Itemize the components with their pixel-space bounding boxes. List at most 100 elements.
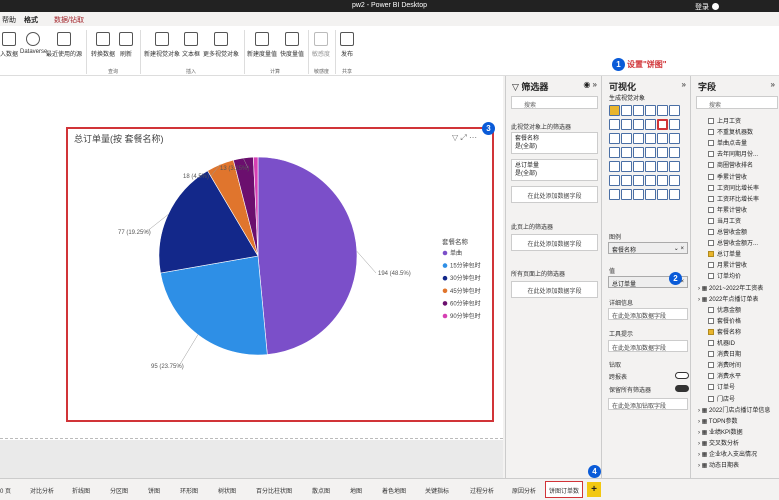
field-checkbox[interactable] (708, 317, 714, 324)
table-expand-icon[interactable]: › ▦ (698, 441, 709, 447)
field-row[interactable]: 消费时间 (708, 360, 741, 369)
field-row[interactable]: 套餐名称 (708, 327, 741, 336)
field-row[interactable]: 消费日期 (708, 349, 741, 358)
transform-data-button[interactable]: 转换数据 (90, 32, 116, 58)
visual-type-icon[interactable] (669, 105, 680, 116)
page-tab[interactable]: 对比分析 (30, 486, 54, 495)
field-table-row[interactable]: › ▦ TOPN参数 (698, 416, 737, 425)
visual-type-icon[interactable] (645, 161, 656, 172)
field-row[interactable]: 当月工资 (708, 216, 741, 225)
page-tab[interactable]: 百分比柱状图 (256, 486, 292, 495)
field-checkbox[interactable] (708, 362, 714, 369)
legend-item[interactable]: 90分钟包时 (450, 312, 481, 320)
legend-field-well[interactable]: 套餐名称 ⌄ × (608, 242, 688, 254)
visual-type-icon[interactable] (609, 147, 620, 158)
field-checkbox[interactable] (708, 184, 714, 191)
add-page-button[interactable]: + (587, 482, 601, 497)
visual-type-icon[interactable] (669, 119, 680, 130)
table-expand-icon[interactable]: › ▦ (698, 286, 709, 292)
field-table-row[interactable]: › ▦ 2022门店点播订单信息 (698, 405, 770, 414)
field-checkbox[interactable] (708, 162, 714, 169)
text-box-button[interactable]: 文本框 (181, 32, 201, 58)
page-tab[interactable]: 散点图 (312, 486, 330, 495)
visual-type-icon[interactable] (657, 105, 668, 116)
legend-marker[interactable] (442, 301, 448, 306)
field-checkbox[interactable] (708, 118, 714, 124)
field-row[interactable]: 订单号 (708, 382, 735, 391)
legend-marker[interactable] (442, 313, 448, 319)
page-tab[interactable]: 折线图 (72, 486, 90, 495)
field-row[interactable]: 机器ID (708, 338, 735, 347)
field-row[interactable]: 工资环比增长率 (708, 194, 759, 203)
legend-marker[interactable] (442, 250, 448, 256)
table-expand-icon[interactable]: › ▦ (698, 430, 709, 436)
page-tab[interactable]: 原因分析 (512, 486, 536, 495)
page-tab[interactable]: 分区图 (110, 486, 128, 495)
visual-type-icon[interactable] (657, 133, 668, 144)
cross-report-toggle[interactable] (675, 372, 689, 379)
field-row[interactable]: 优惠金额 (708, 305, 741, 314)
field-table-row[interactable]: › ▦ 业绩KPI数据 (698, 427, 743, 436)
field-checkbox[interactable] (708, 306, 714, 313)
visual-filter-dropzone[interactable]: 在此处添加数据字段 (511, 186, 598, 203)
field-checkbox[interactable] (708, 373, 714, 380)
field-row[interactable]: 商圈营收排名 (708, 160, 753, 169)
field-row[interactable]: 上月工资 (708, 116, 741, 125)
field-checkbox[interactable] (708, 340, 714, 346)
visual-type-icon[interactable] (645, 175, 656, 186)
page-tab[interactable]: 0 页 (0, 486, 11, 495)
visual-type-icon[interactable] (645, 189, 656, 200)
tab-data-drill[interactable]: 数据/钻取 (54, 15, 84, 25)
field-table-row[interactable]: › ▦ 2022年点播订单表 (698, 294, 758, 303)
field-table-row[interactable]: › ▦ 动态日期表 (698, 460, 739, 469)
page-tab[interactable]: 饼图订单数 (545, 481, 584, 498)
visual-type-icon[interactable] (621, 147, 632, 158)
pie-slice[interactable] (257, 156, 358, 355)
page-tab[interactable]: 过程分析 (470, 486, 494, 495)
field-checkbox[interactable] (708, 206, 714, 213)
table-expand-icon[interactable]: › ▦ (698, 297, 709, 303)
field-row[interactable]: 季累计营收 (708, 172, 747, 181)
field-checkbox[interactable] (708, 240, 714, 247)
tooltip-dropzone[interactable]: 在此处添加数据字段 (608, 340, 688, 352)
visual-type-icon[interactable] (645, 105, 656, 116)
table-expand-icon[interactable]: › ▦ (698, 419, 709, 425)
field-table-row[interactable]: › ▦ 企业收入支出情况 (698, 449, 757, 458)
field-row[interactable]: 门店号 (708, 394, 735, 403)
visual-type-icon[interactable] (633, 175, 644, 186)
field-checkbox[interactable] (708, 173, 714, 180)
page-tab[interactable]: 树状图 (218, 486, 236, 495)
all-pages-filter-dropzone[interactable]: 在此处添加数据字段 (511, 281, 598, 298)
chevron-down-icon[interactable]: ⌄ × (674, 245, 684, 252)
legend-item[interactable]: 30分钟包时 (450, 274, 481, 282)
visual-type-icon[interactable] (669, 189, 680, 200)
visual-type-icon[interactable] (621, 119, 632, 130)
visual-type-icon[interactable] (633, 119, 644, 130)
field-checkbox[interactable] (708, 195, 714, 202)
dataverse-button[interactable]: Dataverse (20, 32, 47, 55)
field-row[interactable]: 不重复机器数 (708, 127, 753, 136)
collapse-icon[interactable]: » (682, 80, 686, 89)
drill-dropzone[interactable]: 在此处添加钻取字段 (608, 398, 688, 410)
page-filter-dropzone[interactable]: 在此处添加数据字段 (511, 234, 598, 251)
visual-type-icon[interactable] (669, 161, 680, 172)
collapse-icon[interactable]: » (771, 80, 775, 89)
visual-type-icon[interactable] (621, 105, 632, 116)
field-row[interactable]: 月累计营收 (708, 260, 747, 269)
field-checkbox[interactable] (708, 229, 714, 235)
field-table-row[interactable]: › ▦ 2021~2022年工资表 (698, 283, 763, 292)
field-table-row[interactable]: › ▦ 交叉数分析 (698, 438, 739, 447)
field-row[interactable]: 单曲点击量 (708, 138, 747, 147)
pie-chart-visual-icon[interactable] (657, 119, 668, 130)
refresh-button[interactable]: 刷新 (117, 32, 135, 58)
field-checkbox[interactable] (708, 273, 714, 280)
visual-type-icon[interactable] (669, 175, 680, 186)
field-checkbox[interactable] (708, 251, 714, 258)
legend-item[interactable]: 单曲 (450, 249, 462, 257)
legend-item[interactable]: 45分钟包时 (450, 287, 481, 295)
account-icon[interactable] (712, 3, 719, 10)
field-checkbox[interactable] (708, 129, 714, 136)
visual-type-icon[interactable] (669, 147, 680, 158)
field-row[interactable]: 工资同比增长率 (708, 183, 759, 192)
visual-type-icon[interactable] (669, 133, 680, 144)
